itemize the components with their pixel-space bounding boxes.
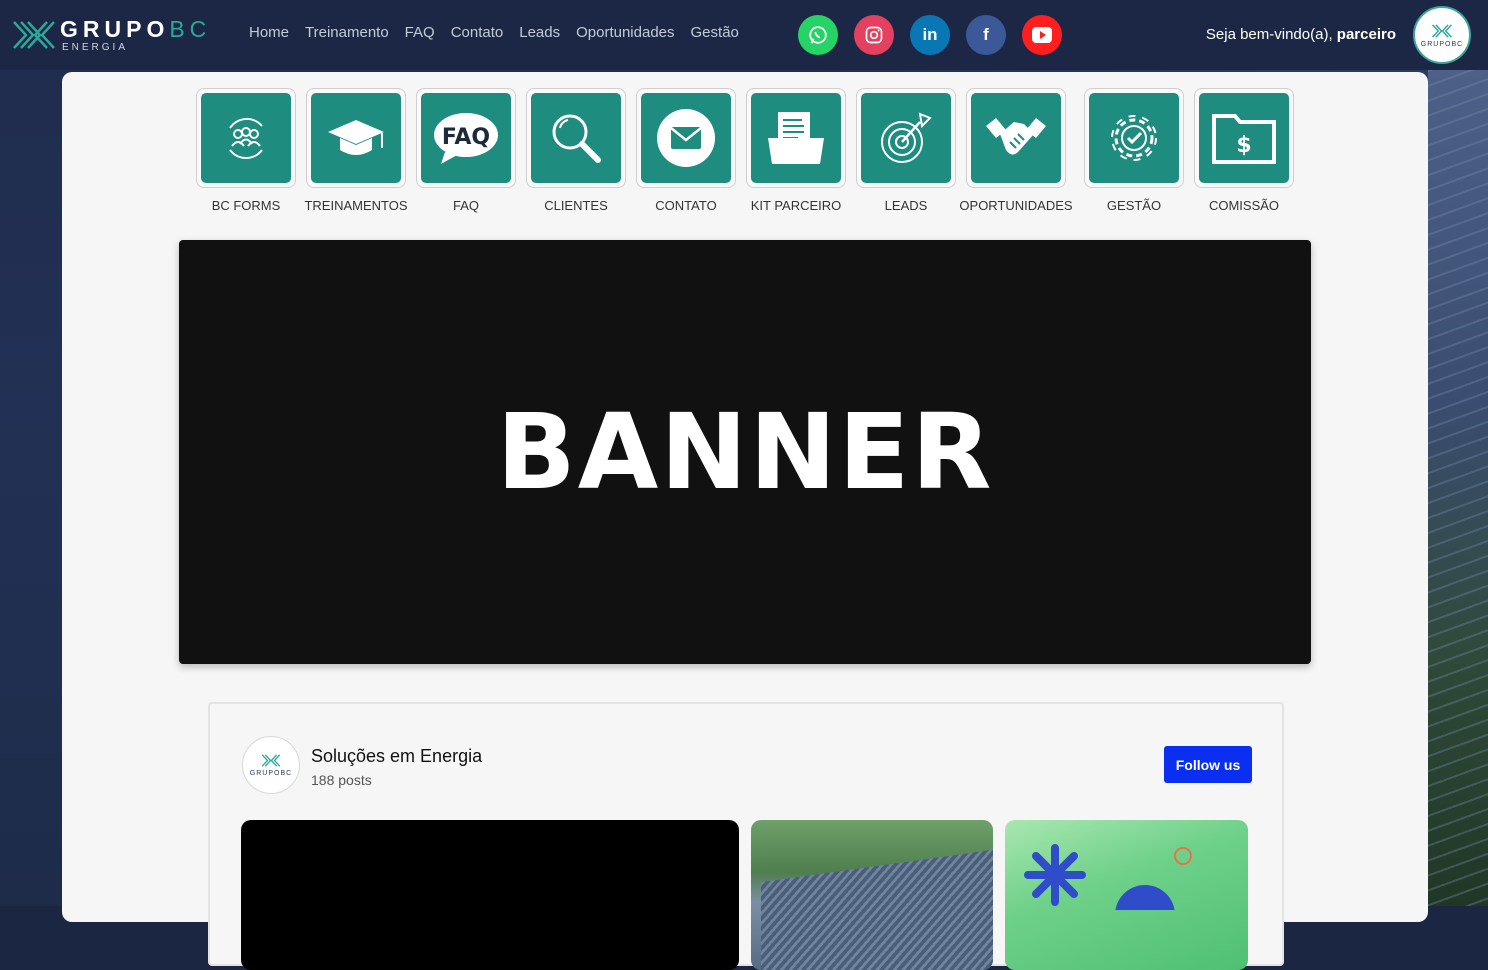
tile-oportunidades[interactable]: OPORTUNIDADES (959, 88, 1073, 213)
handshake-icon (986, 118, 1046, 155)
tile-frame (306, 88, 406, 188)
svg-text:FAQ: FAQ (442, 125, 490, 150)
tile-background (311, 93, 401, 183)
whatsapp-icon[interactable] (798, 15, 838, 55)
nav-treinamento[interactable]: Treinamento (305, 24, 389, 41)
gear-check-icon (1111, 115, 1157, 161)
tile-comissao[interactable]: $ COMISSÃO (1194, 88, 1294, 213)
nav-oportunidades[interactable]: Oportunidades (576, 24, 674, 41)
tile-background (641, 93, 731, 183)
main-nav: Home Treinamento FAQ Contato Leads Oport… (249, 24, 739, 41)
main-panel: BC FORMS TREINAMENTOS FAQ FAQ CLIENTES C… (62, 72, 1428, 970)
shortcut-tiles: BC FORMS TREINAMENTOS FAQ FAQ CLIENTES C… (196, 88, 1296, 218)
feed-thumbnail-video[interactable] (241, 820, 739, 970)
logo-main: GRUPO (60, 16, 170, 42)
feed-avatar-text: GRUPOBC (249, 770, 293, 777)
feed-post-count: 188 posts (311, 772, 372, 788)
tile-clientes[interactable]: CLIENTES (526, 88, 626, 213)
tile-gestao[interactable]: GESTÃO (1084, 88, 1184, 213)
brand-logo[interactable]: GRUPOBC ENERGIA (12, 16, 212, 56)
faq-bubble-icon: FAQ (434, 113, 498, 164)
document-folder-icon (768, 112, 824, 164)
nav-home[interactable]: Home (249, 24, 289, 41)
logo-mark-icon (13, 21, 55, 49)
facebook-glyph: f (983, 25, 989, 44)
tile-faq[interactable]: FAQ FAQ (416, 88, 516, 213)
avatar-text: GRUPOBC (1420, 40, 1464, 48)
welcome-message: Seja bem-vindo(a), parceiro (1206, 26, 1396, 43)
tile-treinamentos[interactable]: TREINAMENTOS (304, 88, 408, 213)
feed-avatar[interactable]: GRUPOBC (242, 736, 300, 794)
tile-kit-parceiro[interactable]: KIT PARCEIRO (746, 88, 846, 213)
team-cycle-icon (229, 117, 263, 159)
tile-frame (966, 88, 1066, 188)
money-folder-icon: $ (1212, 114, 1276, 164)
tile-background (1089, 93, 1179, 183)
avatar-logo-icon (1432, 23, 1452, 38)
tile-frame (1084, 88, 1184, 188)
svg-text:$: $ (1236, 133, 1251, 158)
nav-gestao[interactable]: Gestão (691, 24, 739, 41)
tile-background (971, 93, 1061, 183)
nav-leads[interactable]: Leads (519, 24, 560, 41)
nav-faq[interactable]: FAQ (405, 24, 435, 41)
feed-thumbnail-green-post[interactable] (1005, 820, 1248, 970)
tile-frame (636, 88, 736, 188)
tile-background: FAQ (421, 93, 511, 183)
social-links: in f (798, 15, 1062, 55)
youtube-glyph (1032, 27, 1052, 43)
nav-contato[interactable]: Contato (451, 24, 504, 41)
solar-panels-image (761, 849, 993, 970)
instagram-glyph (865, 26, 883, 44)
tile-background (751, 93, 841, 183)
tile-frame: FAQ (416, 88, 516, 188)
whatsapp-glyph (809, 26, 827, 44)
user-avatar[interactable]: GRUPOBC (1413, 6, 1471, 64)
tile-label: COMISSÃO (1208, 198, 1280, 213)
envelope-icon (657, 109, 715, 167)
welcome-user: parceiro (1336, 26, 1396, 43)
target-icon (881, 112, 932, 163)
graduation-cap-icon (328, 120, 384, 155)
feed-thumbnail-solar-farm[interactable] (751, 820, 993, 970)
tile-frame (856, 88, 956, 188)
tile-frame (526, 88, 626, 188)
linkedin-glyph: in (922, 25, 938, 44)
post-graphic (1024, 844, 1192, 945)
logo-subtitle: ENERGIA (62, 42, 129, 53)
top-navbar: GRUPOBC ENERGIA Home Treinamento FAQ Con… (0, 0, 1488, 70)
logo-wordmark: GRUPOBC (60, 16, 211, 43)
feed-title[interactable]: Soluções em Energia (311, 746, 482, 767)
tile-contato[interactable]: CONTATO (636, 88, 736, 213)
tile-frame (746, 88, 846, 188)
welcome-prefix: Seja bem-vindo(a), (1205, 26, 1337, 43)
banner-text: BANNER (496, 391, 994, 513)
background-solar-panels (1428, 70, 1488, 906)
feed-logo-icon (261, 754, 281, 767)
hero-banner[interactable]: BANNER (179, 240, 1311, 664)
follow-button[interactable]: Follow us (1164, 746, 1252, 783)
tile-frame: $ (1194, 88, 1294, 188)
instagram-icon[interactable] (854, 15, 894, 55)
instagram-feed-widget: GRUPOBC Soluções em Energia 188 posts Fo… (208, 702, 1284, 970)
tile-leads[interactable]: LEADS (856, 88, 956, 213)
facebook-icon[interactable]: f (966, 15, 1006, 55)
tile-background (531, 93, 621, 183)
tile-background: $ (1199, 93, 1289, 183)
tile-bc-forms[interactable]: BC FORMS (196, 88, 296, 213)
youtube-icon[interactable] (1022, 15, 1062, 55)
tile-background (201, 93, 291, 183)
magnifier-icon (552, 114, 601, 163)
linkedin-icon[interactable]: in (910, 15, 950, 55)
tile-background (861, 93, 951, 183)
tile-frame (196, 88, 296, 188)
logo-accent: BC (169, 16, 212, 42)
